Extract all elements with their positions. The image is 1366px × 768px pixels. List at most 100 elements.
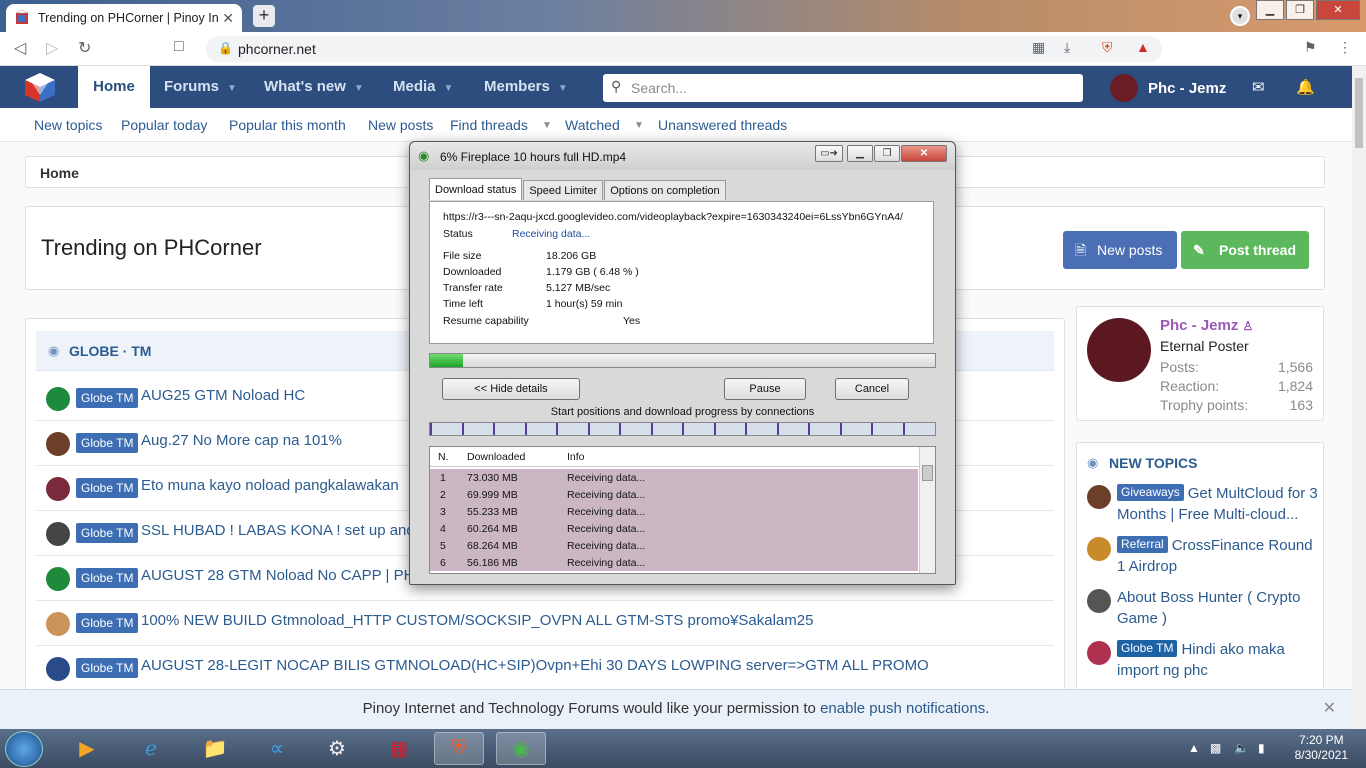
avatar[interactable]	[46, 567, 70, 591]
clock[interactable]: 7:20 PM 8/30/2021	[1295, 733, 1348, 763]
minimize-button[interactable]: ▁	[847, 145, 873, 162]
brave-shield-icon[interactable]: ⛨	[1102, 39, 1113, 56]
avatar[interactable]	[1087, 589, 1111, 613]
chevron-down-icon[interactable]: ▼	[634, 120, 644, 131]
subnav-find-threads[interactable]: Find threads	[450, 117, 528, 133]
avatar[interactable]	[46, 522, 70, 546]
tab-download-status[interactable]: Download status	[429, 178, 523, 200]
prefix-badge[interactable]: Globe TM	[1117, 640, 1178, 657]
pause-button[interactable]: Pause	[724, 378, 806, 400]
idm-icon[interactable]: ◉	[496, 732, 546, 765]
avatar[interactable]	[46, 612, 70, 636]
minimize-to-tray-button[interactable]: ▭➜	[815, 145, 843, 162]
avatar[interactable]	[46, 387, 70, 411]
section-title[interactable]: GLOBE · TM	[69, 343, 151, 359]
connection-row[interactable]: 6 56.186 MB Receiving data...	[430, 554, 918, 571]
subnav-new-posts[interactable]: New posts	[368, 117, 433, 133]
subnav-watched[interactable]: Watched	[565, 117, 620, 133]
subnav-new-topics[interactable]: New topics	[34, 117, 102, 133]
prefix-badge[interactable]: Globe TM	[76, 478, 139, 498]
rewards-icon[interactable]: ▲	[1136, 39, 1150, 55]
prefix-badge[interactable]: Referral	[1117, 536, 1168, 553]
maximize-button[interactable]: ❐	[874, 145, 900, 162]
close-button[interactable]: ✕	[901, 145, 947, 162]
new-topic-link[interactable]: Giveaways Get MultCloud for 3 Months | Fr…	[1117, 483, 1323, 525]
thread-title[interactable]: 100% NEW BUILD Gtmnoload_HTTP CUSTOM/SOC…	[141, 612, 813, 629]
user-menu[interactable]: Phc - Jemz	[1110, 74, 1226, 102]
avatar[interactable]	[46, 657, 70, 681]
chevron-down-icon[interactable]: ▼	[227, 83, 237, 94]
thread-title[interactable]: Eto muna kayo noload pangkalawakan	[141, 477, 399, 494]
connection-row[interactable]: 5 68.264 MB Receiving data...	[430, 537, 918, 554]
device-icon[interactable]: ▩	[1210, 741, 1221, 755]
tray-arrow-icon[interactable]: ▲	[1188, 741, 1200, 755]
new-tab-button[interactable]: +	[253, 5, 275, 27]
nav-media[interactable]: Media ▼	[393, 66, 453, 108]
scrollbar-thumb[interactable]	[922, 465, 933, 481]
new-topic-link[interactable]: Referral CrossFinance Round 1 Airdrop	[1117, 535, 1323, 577]
new-topic-link[interactable]: About Boss Hunter ( Crypto Game )	[1117, 587, 1323, 629]
subnav-unanswered[interactable]: Unanswered threads	[658, 117, 787, 133]
scrollbar-thumb[interactable]	[1355, 78, 1363, 148]
profile-icon[interactable]: ▾	[1230, 6, 1250, 26]
forward-icon[interactable]: ▷	[46, 38, 58, 58]
new-posts-button[interactable]: 🗎 New posts	[1063, 231, 1177, 269]
connection-row[interactable]: 2 69.999 MB Receiving data...	[430, 486, 918, 503]
new-topic-link[interactable]: Globe TM Hindi ako maka import ng phc	[1117, 639, 1323, 681]
url-field[interactable]: 🔒 phcorner.net	[206, 36, 1162, 62]
enable-push-link[interactable]: enable push notifications	[820, 700, 985, 717]
prefix-badge[interactable]: Globe TM	[76, 433, 139, 453]
mail-icon[interactable]: ✉	[1252, 78, 1265, 96]
cancel-button[interactable]: Cancel	[835, 378, 909, 400]
phcorner-logo[interactable]	[22, 71, 58, 103]
app-icon[interactable]: ⚙	[312, 732, 362, 765]
connection-row[interactable]: 3 55.233 MB Receiving data...	[430, 503, 918, 520]
nav-members[interactable]: Members ▼	[484, 66, 568, 108]
vscode-icon[interactable]: ∝	[252, 732, 302, 765]
prefix-badge[interactable]: Globe TM	[76, 523, 139, 543]
subnav-popular-today[interactable]: Popular today	[121, 117, 207, 133]
dialog-title-bar[interactable]: ◉ 6% Fireplace 10 hours full HD.mp4 ▭➜ ▁…	[410, 142, 955, 170]
menu-icon[interactable]: ⋮	[1338, 39, 1352, 56]
avatar[interactable]	[1087, 318, 1151, 382]
prefix-badge[interactable]: Globe TM	[76, 388, 139, 408]
subnav-popular-month[interactable]: Popular this month	[229, 117, 346, 133]
browser-tab[interactable]: Trending on PHCorner | Pinoy Int ✕	[6, 4, 242, 32]
internet-explorer-icon[interactable]: ℯ	[126, 732, 176, 765]
prefix-badge[interactable]: Globe TM	[76, 658, 139, 678]
chevron-down-icon[interactable]: ▼	[444, 83, 454, 94]
winrar-icon[interactable]: ▦	[374, 732, 424, 765]
media-player-icon[interactable]: ▶	[62, 732, 112, 765]
breadcrumb-home[interactable]: Home	[40, 165, 79, 181]
install-icon[interactable]: ⤓	[1064, 39, 1070, 56]
close-window-button[interactable]: ✕	[1316, 0, 1360, 20]
thread-title[interactable]: AUG25 GTM Noload HC	[141, 387, 305, 404]
tab-options-on-completion[interactable]: Options on completion	[604, 180, 726, 200]
nav-home[interactable]: Home	[78, 66, 150, 108]
thread-row[interactable]: Globe TM 100% NEW BUILD Gtmnoload_HTTP C…	[36, 601, 1054, 646]
column-header-info[interactable]: Info	[567, 451, 585, 463]
prefix-badge[interactable]: Globe TM	[76, 568, 139, 588]
thread-row[interactable]: Globe TM AUGUST 28-LEGIT NOCAP BILIS GTM…	[36, 646, 1054, 689]
chevron-down-icon[interactable]: ▼	[558, 83, 568, 94]
new-topics-title[interactable]: NEW TOPICS	[1109, 455, 1197, 471]
thread-title[interactable]: AUGUST 28 GTM Noload No CAPP | PHC	[141, 567, 425, 584]
thread-title[interactable]: SSL HUBAD ! LABAS KONA ! set up and p	[141, 522, 427, 539]
column-header-downloaded[interactable]: Downloaded	[467, 451, 525, 463]
column-header-n[interactable]: N.	[438, 451, 449, 463]
close-tab-icon[interactable]: ✕	[222, 10, 234, 27]
qr-icon[interactable]: ▦	[1032, 39, 1045, 56]
prefix-badge[interactable]: Globe TM	[76, 613, 139, 633]
thread-title[interactable]: Aug.27 No More cap na 101%	[141, 432, 342, 449]
search-input[interactable]: ⚲ Search...	[603, 74, 1083, 102]
avatar[interactable]	[1087, 641, 1111, 665]
post-thread-button[interactable]: ✎ Post thread	[1181, 231, 1309, 269]
avatar[interactable]	[46, 432, 70, 456]
extensions-icon[interactable]: ⚑	[1304, 39, 1317, 56]
prefix-badge[interactable]: Giveaways	[1117, 484, 1184, 501]
hide-details-button[interactable]: << Hide details	[442, 378, 580, 400]
page-scrollbar[interactable]	[1352, 66, 1366, 729]
thread-title[interactable]: AUGUST 28-LEGIT NOCAP BILIS GTMNOLOAD(HC…	[141, 657, 929, 674]
avatar[interactable]	[1087, 485, 1111, 509]
bell-icon[interactable]: 🔔	[1296, 78, 1315, 96]
